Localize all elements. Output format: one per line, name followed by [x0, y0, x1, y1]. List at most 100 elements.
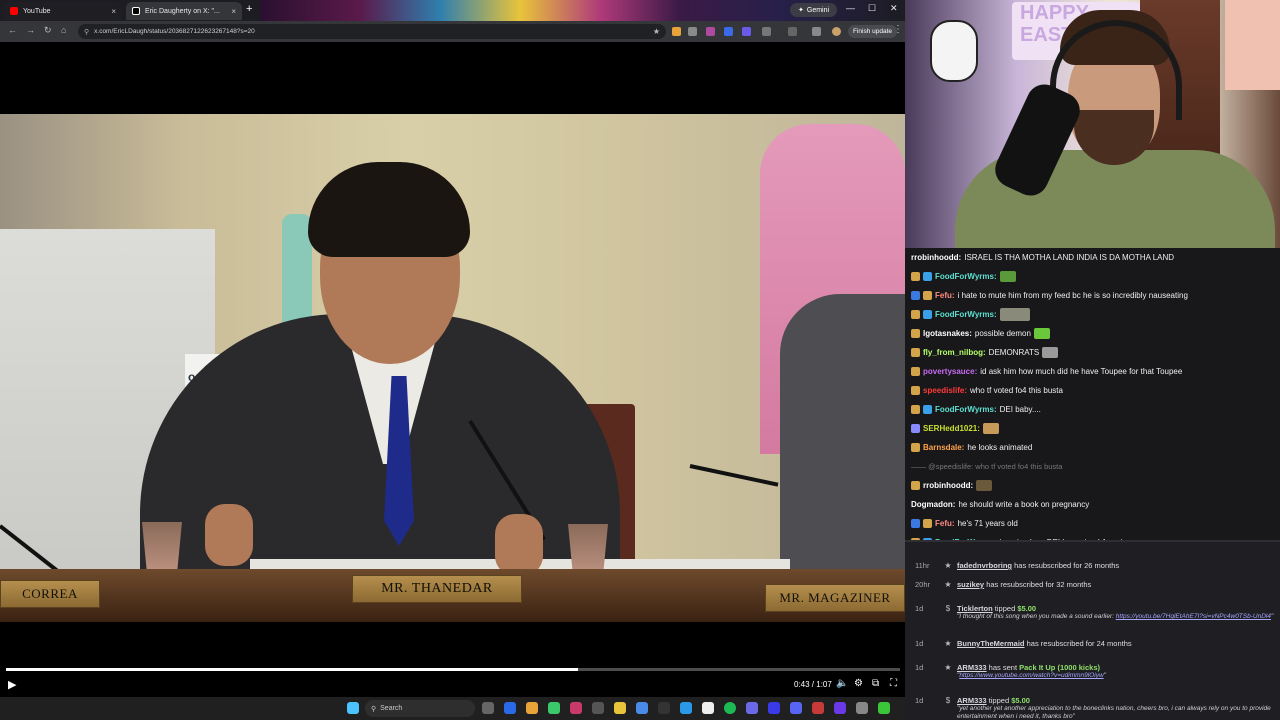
chat-message[interactable]: speedislife: who tf voted fo4 this busta	[911, 381, 1274, 400]
file-explorer-icon[interactable]	[614, 702, 626, 714]
event-username[interactable]: ARM333	[957, 663, 987, 672]
event-username[interactable]: ARM333	[957, 696, 987, 705]
chat-badge-icon[interactable]	[911, 405, 920, 414]
edge-icon[interactable]	[680, 702, 692, 714]
chat-username[interactable]: Barnsdale:	[923, 443, 964, 452]
app-icon[interactable]	[746, 702, 758, 714]
chat-badge-icon[interactable]	[923, 519, 932, 528]
app-icon[interactable]	[592, 702, 604, 714]
event-username[interactable]: Ticklerton	[957, 604, 993, 613]
split-view-icon[interactable]	[788, 27, 797, 36]
chat-badge-icon[interactable]	[911, 367, 920, 376]
back-button[interactable]: ←	[8, 25, 17, 35]
app-icon[interactable]	[768, 702, 780, 714]
extension-icon[interactable]	[672, 27, 681, 36]
chat-badge-icon[interactable]	[911, 291, 920, 300]
tab-close-icon[interactable]: ×	[231, 7, 236, 16]
spotify-icon[interactable]	[724, 702, 736, 714]
discord-icon[interactable]	[790, 702, 802, 714]
site-info-icon[interactable]: ⚲	[84, 28, 89, 36]
app-icon[interactable]	[834, 702, 846, 714]
chat-message[interactable]: FoodForWyrms: DEI baby....	[911, 400, 1274, 419]
chat-message[interactable]: fly_from_nilbog: DEMONRATS	[911, 343, 1274, 362]
chat-message[interactable]: SERHedd1021:	[911, 419, 1274, 438]
tab-youtube[interactable]: YouTube ×	[4, 2, 122, 20]
app-icon[interactable]	[856, 702, 868, 714]
gemini-button[interactable]: ✦ Gemini	[790, 3, 838, 17]
minimize-button[interactable]: —	[846, 3, 855, 13]
app-icon[interactable]	[504, 702, 516, 714]
chat-username[interactable]: fly_from_nilbog:	[923, 348, 986, 357]
new-tab-button[interactable]: +	[246, 3, 252, 15]
app-icon[interactable]	[570, 702, 582, 714]
chat-message[interactable]: lgotasnakes: possible demon	[911, 324, 1274, 343]
chat-username[interactable]: SERHedd1021:	[923, 424, 980, 433]
chat-badge-icon[interactable]	[911, 272, 920, 281]
chat-message[interactable]: rrobinhoodd: ISRAEL IS THA MOTHA LAND IND…	[911, 248, 1274, 267]
extension-icon[interactable]	[742, 27, 751, 36]
event-link[interactable]: https://www.youtube.com/watch?v=udimmn9l…	[959, 672, 1103, 679]
app-icon[interactable]	[636, 702, 648, 714]
start-button-icon[interactable]	[347, 702, 359, 714]
event-username[interactable]: BunnyTheMermaid	[957, 639, 1025, 648]
settings-icon[interactable]: ⚙	[854, 678, 863, 689]
maximize-button[interactable]: ☐	[868, 3, 876, 14]
extension-icon[interactable]	[688, 27, 697, 36]
chat-message[interactable]: FoodForWyrms:	[911, 305, 1274, 324]
terminal-icon[interactable]	[658, 702, 670, 714]
extension-icon[interactable]	[706, 27, 715, 36]
play-button[interactable]: ▶	[8, 678, 16, 691]
event-username[interactable]: fadednvrboring	[957, 561, 1012, 570]
url-text[interactable]: x.com/EricLDaugh/status/2036827122623267…	[94, 28, 255, 35]
bookmark-star-icon[interactable]: ★	[653, 27, 660, 36]
app-icon[interactable]	[878, 702, 890, 714]
chat-badge-icon[interactable]	[911, 329, 920, 338]
event-username[interactable]: suzikey	[957, 580, 984, 589]
profile-avatar[interactable]	[832, 27, 841, 36]
chat-username[interactable]: FoodForWyrms:	[935, 310, 997, 319]
taskbar-search[interactable]: ⚲ Search	[365, 700, 475, 717]
chat-message[interactable]: Barnsdale: he looks animated	[911, 438, 1274, 457]
reload-button[interactable]: ↻	[44, 25, 52, 36]
fullscreen-icon[interactable]: ⛶	[890, 678, 897, 689]
app-icon[interactable]	[548, 702, 560, 714]
address-bar[interactable]: ⚲ x.com/EricLDaugh/status/20368271226232…	[78, 24, 666, 39]
chat-username[interactable]: lgotasnakes:	[923, 329, 972, 338]
video-player[interactable]: op Ai CORREA MR. THANEDAR	[0, 42, 905, 697]
app-icon[interactable]	[702, 702, 714, 714]
chat-badge-icon[interactable]	[911, 348, 920, 357]
chat-message[interactable]: Fefu: he's 71 years old	[911, 514, 1274, 533]
chat-badge-icon[interactable]	[911, 481, 920, 490]
chat-message[interactable]: povertysauce: id ask him how much did he …	[911, 362, 1274, 381]
extensions-puzzle-icon[interactable]	[762, 27, 771, 36]
app-icon[interactable]	[812, 702, 824, 714]
media-icon[interactable]	[812, 27, 821, 36]
chat-message[interactable]: FoodForWyrms:	[911, 267, 1274, 286]
chat-badge-icon[interactable]	[923, 405, 932, 414]
chat-badge-icon[interactable]	[923, 310, 932, 319]
chat-message[interactable]: Fefu: i hate to mute him from my feed bc …	[911, 286, 1274, 305]
chat-username[interactable]: speedislife:	[923, 386, 967, 395]
browser-menu-icon[interactable]: ⋮	[893, 24, 903, 35]
chat-badge-icon[interactable]	[911, 519, 920, 528]
volume-icon[interactable]: 🔈	[836, 678, 848, 689]
tab-x-post[interactable]: Eric Daugherty on X: "... ×	[126, 2, 242, 20]
chat-badge-icon[interactable]	[911, 310, 920, 319]
chat-username[interactable]: Fefu:	[935, 291, 955, 300]
extension-icon[interactable]	[724, 27, 733, 36]
home-button[interactable]: ⌂	[61, 25, 66, 35]
chat-message[interactable]: rrobinhoodd:	[911, 476, 1274, 495]
video-frame[interactable]: op Ai CORREA MR. THANEDAR	[0, 114, 905, 622]
chat-message[interactable]: Dogmadon: he should write a book on pregn…	[911, 495, 1274, 514]
tab-close-icon[interactable]: ×	[111, 7, 116, 16]
chat-username[interactable]: FoodForWyrms:	[935, 405, 997, 414]
chat-reply-context[interactable]: —— @speedislife: who tf voted fo4 this b…	[911, 457, 1274, 476]
video-progress-bar[interactable]	[6, 668, 900, 671]
chat-badge-icon[interactable]	[911, 386, 920, 395]
miniplayer-icon[interactable]: ⧉	[872, 678, 879, 689]
finish-update-button[interactable]: Finish update	[848, 25, 898, 38]
chat-username[interactable]: rrobinhoodd:	[911, 253, 961, 262]
forward-button[interactable]: →	[26, 25, 35, 35]
chat-username[interactable]: povertysauce:	[923, 367, 977, 376]
chat-badge-icon[interactable]	[923, 272, 932, 281]
